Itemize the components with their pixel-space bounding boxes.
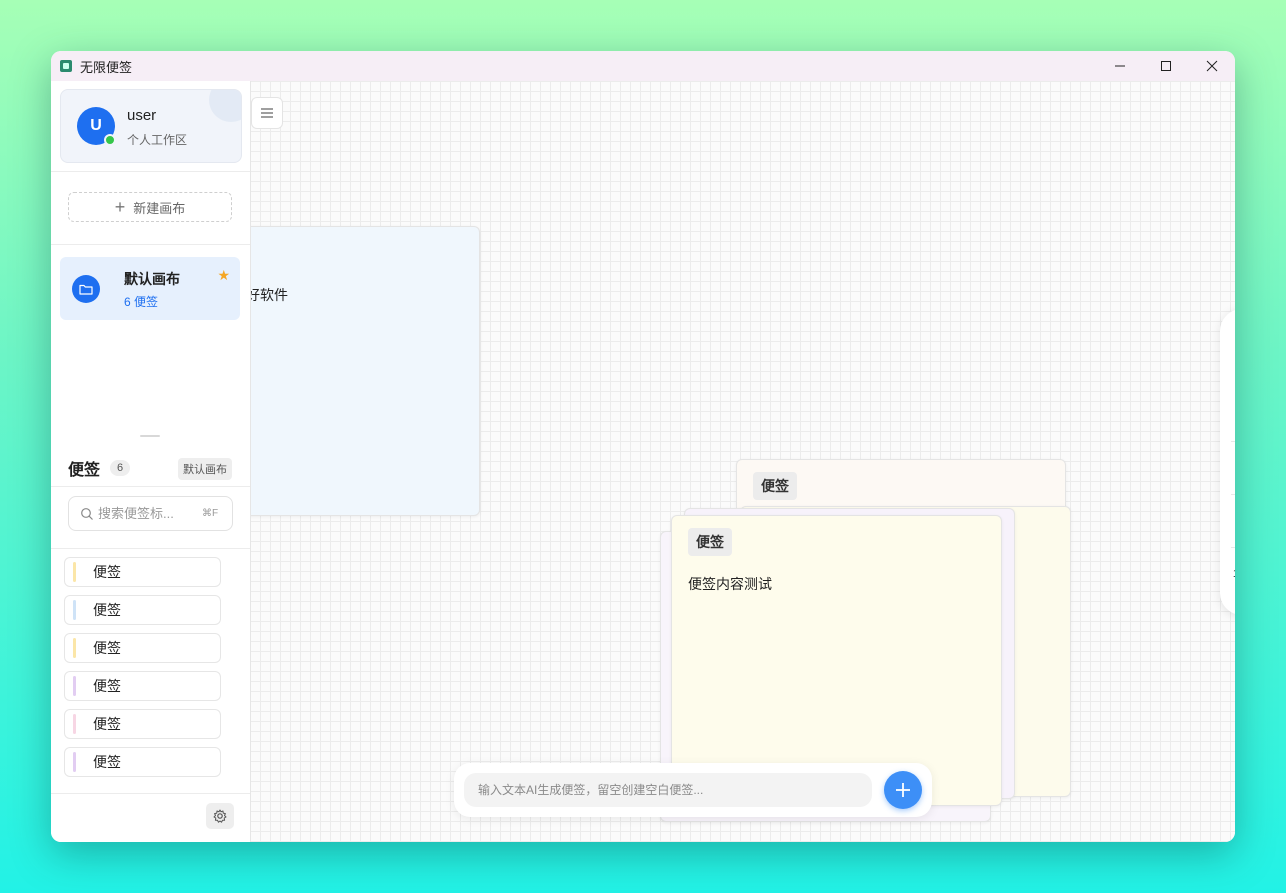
reset-view-button[interactable] — [1227, 399, 1235, 429]
zoom-toolbar: 100 % — [1220, 309, 1235, 615]
divider — [51, 171, 250, 172]
toolbar-divider — [1231, 441, 1235, 442]
zoom-out-button[interactable] — [1227, 359, 1235, 389]
decorative-circle — [209, 90, 241, 122]
minimize-button[interactable] — [1097, 51, 1143, 81]
notes-header: 便签 6 — [68, 457, 131, 479]
search-input[interactable] — [98, 506, 198, 521]
infinite-canvas[interactable]: 好软件 便签 便签 便签内容测试 输入文本AI生成便签，留空创建空白便签... — [250, 81, 1235, 842]
note-color-indicator — [73, 714, 76, 734]
settings-button[interactable] — [206, 803, 234, 829]
zoom-level-value: 100 — [1227, 568, 1235, 580]
user-profile-card[interactable]: U user 个人工作区 — [60, 89, 242, 163]
plus-icon — [896, 783, 910, 797]
note-list-item-label: 便签 — [93, 754, 121, 770]
hand-icon — [1234, 512, 1235, 528]
star-icon[interactable]: ★ — [217, 267, 230, 284]
avatar-initial: U — [90, 117, 102, 134]
search-icon — [80, 507, 94, 521]
close-icon — [1206, 60, 1218, 72]
reset-icon — [1234, 406, 1235, 422]
sidebar: U user 个人工作区 + 新建画布 默认画布 6 便签 ★ 便签 6 默认画… — [51, 81, 251, 842]
note-list-item-label: 便签 — [93, 564, 121, 580]
canvas-name: 默认画布 — [124, 271, 180, 287]
menu-toggle-button[interactable] — [251, 97, 283, 129]
zoom-out-icon — [1234, 366, 1235, 382]
ai-input-bar — [454, 763, 932, 817]
new-canvas-button[interactable]: + 新建画布 — [68, 192, 232, 222]
arrange-grid-button[interactable] — [1227, 452, 1235, 482]
note-list-item[interactable]: 便签 — [64, 595, 221, 625]
note-tag: 便签 — [688, 528, 732, 556]
online-status-indicator — [104, 134, 116, 146]
canvas-list-item[interactable]: 默认画布 6 便签 ★ — [60, 257, 240, 320]
ai-note-input[interactable] — [464, 773, 872, 807]
new-canvas-label: 新建画布 — [133, 200, 186, 216]
search-shortcut-hint: ⌘F — [202, 508, 219, 519]
note-color-indicator — [73, 638, 76, 658]
toolbar-divider — [1231, 547, 1235, 548]
title-bar: 无限便签 — [51, 51, 1235, 81]
divider — [51, 244, 250, 245]
zoom-level[interactable]: 100 % — [1227, 568, 1235, 592]
note-list-item[interactable]: 便签 — [64, 633, 221, 663]
note-list-item-label: 便签 — [93, 602, 121, 618]
note-list-item[interactable]: 便签 — [64, 671, 221, 701]
gear-icon — [213, 809, 227, 823]
note-color-indicator — [73, 600, 76, 620]
maximize-button[interactable] — [1143, 51, 1189, 81]
plus-icon: + — [114, 197, 126, 217]
note-body: 便签内容测试 — [688, 576, 772, 592]
note-list-item-label: 便签 — [93, 640, 121, 656]
folder-icon — [72, 275, 100, 303]
workspace-label: 个人工作区 — [127, 133, 188, 147]
toolbar-divider — [1231, 494, 1235, 495]
zoom-level-unit: % — [1227, 580, 1235, 592]
note-color-indicator — [73, 562, 76, 582]
create-note-button[interactable] — [884, 771, 922, 809]
pan-hand-button[interactable] — [1227, 505, 1235, 535]
zoom-in-button[interactable] — [1227, 319, 1235, 349]
notes-section-title: 便签 — [68, 462, 101, 479]
divider — [51, 793, 250, 794]
sticky-note[interactable]: 好软件 — [250, 226, 480, 516]
app-window: 无限便签 好软件 便签 便签 便签内容测试 输入文本AI生成便签，留空创建空白便… — [51, 51, 1235, 842]
note-color-indicator — [73, 752, 76, 772]
user-name: user — [127, 107, 157, 124]
app-logo-icon — [60, 60, 72, 72]
panel-resize-handle[interactable] — [140, 435, 160, 437]
note-list-item[interactable]: 便签 — [64, 557, 221, 587]
note-tag: 便签 — [753, 472, 797, 500]
note-list-item[interactable]: 便签 — [64, 747, 221, 777]
minimize-icon — [1115, 65, 1125, 67]
window-controls — [1097, 51, 1235, 81]
hamburger-icon — [261, 108, 273, 118]
window-title: 无限便签 — [80, 59, 133, 75]
note-color-indicator — [73, 676, 76, 696]
note-list-item-label: 便签 — [93, 716, 121, 732]
canvas-note-count: 6 便签 — [124, 295, 159, 309]
zoom-in-icon — [1234, 326, 1235, 342]
note-list-item-label: 便签 — [93, 678, 121, 694]
grid-icon — [1234, 459, 1235, 475]
note-body: 好软件 — [250, 287, 288, 303]
notes-count-badge: 6 — [110, 460, 131, 476]
divider — [51, 548, 250, 549]
maximize-icon — [1161, 61, 1171, 71]
divider — [51, 486, 250, 487]
note-list-item[interactable]: 便签 — [64, 709, 221, 739]
close-button[interactable] — [1189, 51, 1235, 81]
current-canvas-chip: 默认画布 — [178, 458, 232, 480]
note-search-box: ⌘F — [68, 496, 233, 531]
